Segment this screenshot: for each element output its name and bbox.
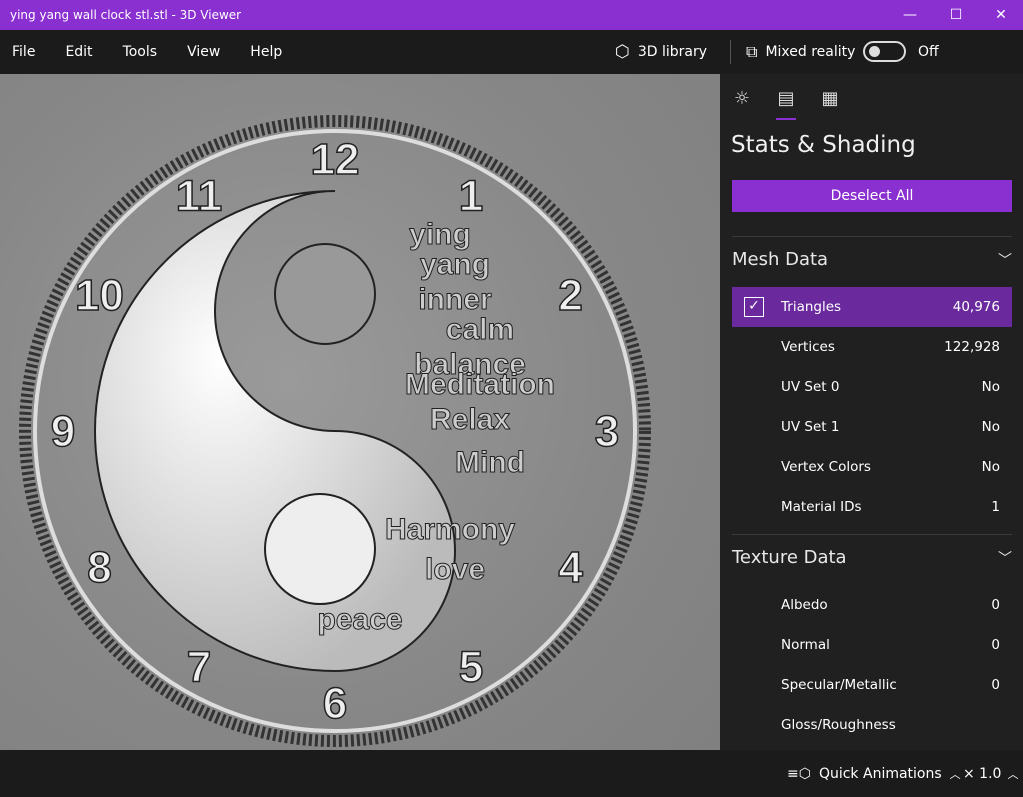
lighting-tab-icon[interactable]: ☼ [730,88,754,112]
3d-viewport[interactable]: 12 1 2 3 4 5 6 7 8 9 10 11 ying yang inner calm balance… [0,74,720,750]
stat-row[interactable]: Material IDs 1 [732,487,1012,527]
stat-row[interactable]: Albedo 0 [732,585,1012,625]
clock-number: 4 [558,543,583,592]
mesh-data-title: Mesh Data [732,249,829,270]
texture-data-header[interactable]: Texture Data ﹀ [732,547,1012,568]
minimize-button[interactable]: — [887,0,933,30]
chevron-up-icon: ︿ [949,768,961,781]
stat-label: Triangles [781,299,842,315]
window-title: ying yang wall clock stl.stl - 3D Viewer [10,8,242,22]
stat-label: Material IDs [781,499,862,515]
clock-model: 121234567891011 yingyanginnercalmbalance… [19,115,651,747]
clock-number: 10 [75,271,124,320]
menu-view[interactable]: View [183,44,224,60]
clock-number: 3 [595,407,619,456]
quick-animations-button[interactable]: ≡⬡ Quick Animations ︿ [787,766,961,782]
clock-word: yang [420,248,490,281]
checkbox-checked-icon[interactable]: ✓ [744,297,764,317]
stat-label: UV Set 1 [781,419,840,435]
mixed-reality-button[interactable]: ⧉ Mixed reality [746,42,855,62]
clock-word: Relax [430,403,510,436]
chevron-up-icon: ︿ [1007,768,1019,781]
stat-value: No [981,419,1000,435]
stat-value: 0 [991,677,1000,693]
cube-search-icon: ⬡ [615,42,630,62]
clock-word: Mind [455,446,525,479]
stat-label: Normal [781,637,830,653]
divider [732,236,1012,237]
divider [730,40,731,64]
stat-row[interactable]: Normal 0 [732,625,1012,665]
stats-panel: ☼ ▤ ▦ Stats & Shading Deselect All Mesh … [720,74,1023,750]
menu-bar: File Edit Tools View Help ⬡ 3D library ⧉… [0,30,1023,74]
stat-value: No [981,379,1000,395]
stat-label: Vertices [781,339,835,355]
clock-number: 12 [311,135,360,184]
stat-label: UV Set 0 [781,379,840,395]
toggle-state: Off [918,44,939,60]
stat-value: 0 [991,637,1000,653]
3d-library-button[interactable]: ⬡ 3D library [615,42,707,62]
menu-tools[interactable]: Tools [119,44,162,60]
stat-value: 40,976 [952,299,1000,315]
chevron-down-icon: ﹀ [998,252,1012,269]
clock-number: 1 [459,171,483,220]
animation-icon: ≡⬡ [787,766,811,782]
divider [732,534,1012,535]
stat-row[interactable]: Vertices 122,928 [732,327,1012,367]
clock-number: 6 [323,679,347,728]
mixed-reality-icon: ⧉ [746,42,758,61]
active-tab-indicator [776,118,796,120]
stat-label: Gloss/Roughness [781,717,896,733]
stat-label: Vertex Colors [781,459,871,475]
clock-word: inner [418,283,492,316]
clock-word: calm [446,313,514,346]
title-bar: ying yang wall clock stl.stl - 3D Viewer… [0,0,1023,30]
mixed-reality-label: Mixed reality [765,44,856,60]
clock-number: 2 [558,271,582,320]
stat-row[interactable]: ✓ Triangles 40,976 [732,287,1012,327]
close-button[interactable]: ✕ [978,0,1023,30]
clock-number: 9 [51,407,75,456]
quick-animations-label: Quick Animations [818,766,942,782]
menu-edit[interactable]: Edit [61,44,96,60]
status-bar: ≡⬡ Quick Animations ︿ × 1.0 ︿ [0,750,1023,797]
clock-word: Harmony [385,513,515,546]
stat-row[interactable]: Specular/Metallic 0 [732,665,1012,705]
maximize-button[interactable]: ☐ [933,0,979,30]
stat-row[interactable]: Gloss/Roughness [732,705,1012,745]
panel-title: Stats & Shading [731,132,916,158]
mesh-data-header[interactable]: Mesh Data ﹀ [732,249,1012,270]
chevron-down-icon: ﹀ [998,550,1012,567]
clock-number: 11 [176,171,223,220]
clock-word: ying [409,218,471,251]
clock-number: 8 [87,543,111,592]
stat-row[interactable]: UV Set 0 No [732,367,1012,407]
clock-number: 5 [459,643,483,692]
clock-word: peace [317,603,402,636]
stat-value: No [981,459,1000,475]
stat-value: 122,928 [944,339,1000,355]
grid-tab-icon[interactable]: ▦ [818,88,842,112]
stat-value: 0 [991,597,1000,613]
clock-word: Meditation [405,368,555,401]
3d-library-label: 3D library [637,44,708,60]
stat-row[interactable]: UV Set 1 No [732,407,1012,447]
menu-file[interactable]: File [8,44,39,60]
stat-row[interactable]: Vertex Colors No [732,447,1012,487]
clock-word: love [425,553,485,586]
deselect-all-button[interactable]: Deselect All [732,180,1012,212]
texture-data-title: Texture Data [732,547,847,568]
speed-label: × 1.0 [963,766,1002,782]
speed-button[interactable]: × 1.0 ︿ [963,766,1018,782]
mixed-reality-toggle[interactable] [863,41,906,62]
menu-help[interactable]: Help [246,44,286,60]
clock-number: 7 [187,643,211,692]
stats-tab-icon[interactable]: ▤ [774,88,798,112]
stat-value: 1 [991,499,1000,515]
stat-label: Albedo [781,597,828,613]
stat-label: Specular/Metallic [781,677,897,693]
